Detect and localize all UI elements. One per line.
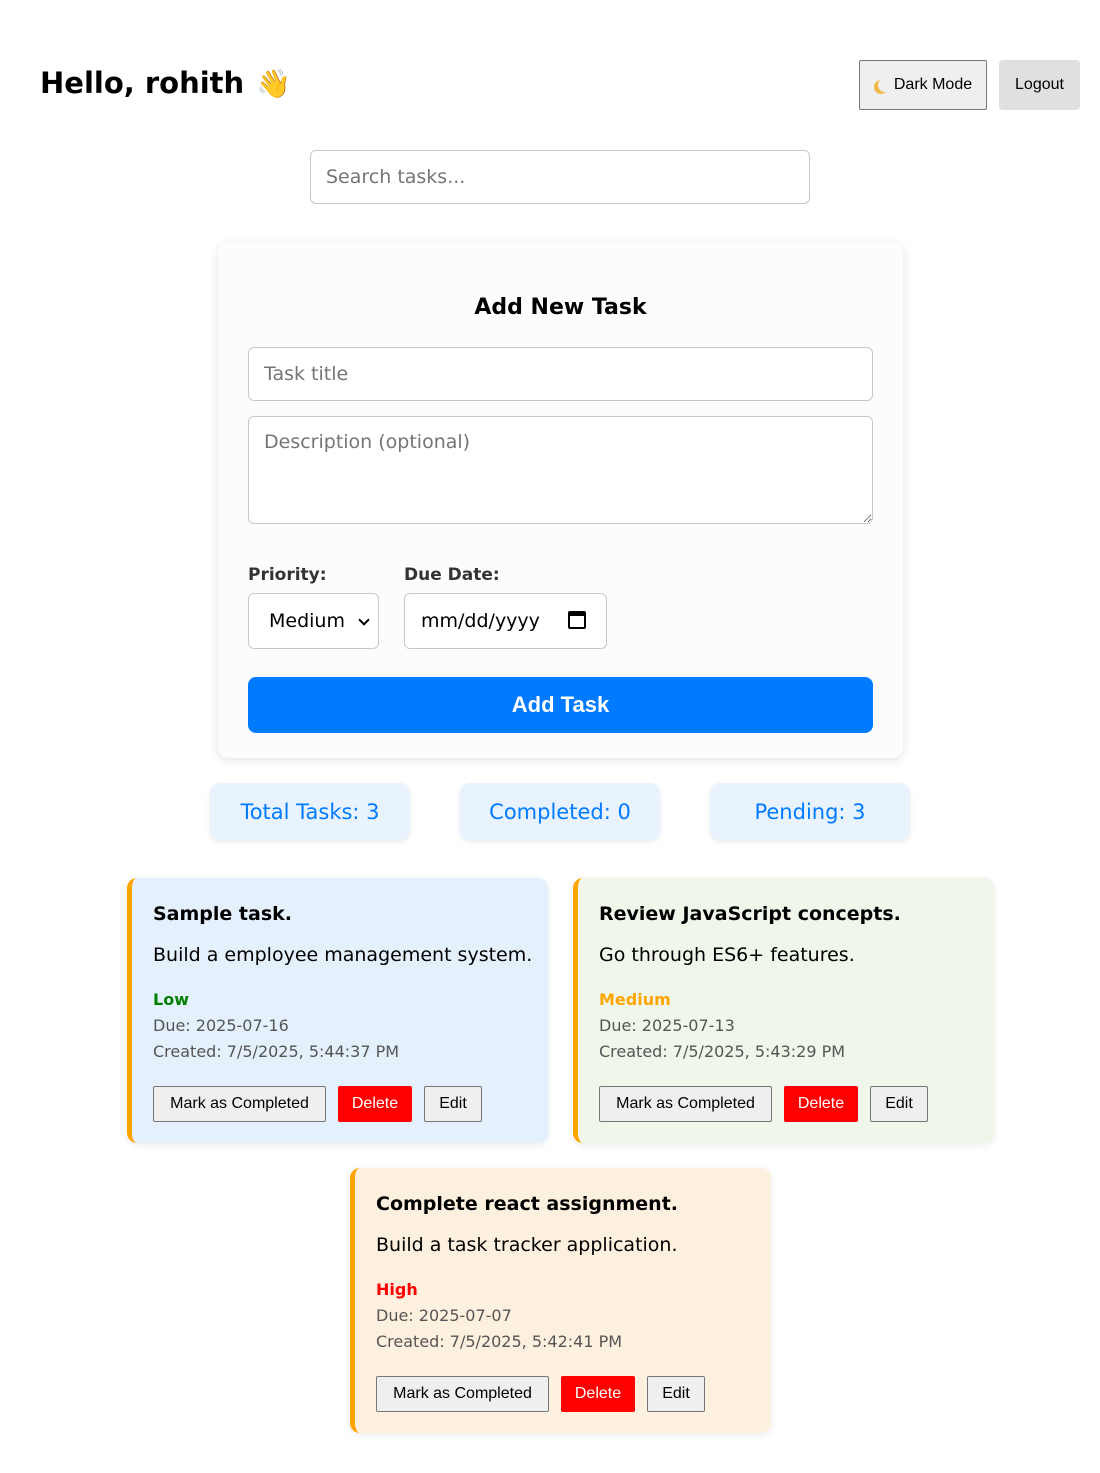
- add-task-title: Add New Task: [474, 295, 647, 320]
- priority-select-value: Medium: [269, 610, 345, 632]
- dark-mode-button[interactable]: Dark Mode: [859, 60, 987, 110]
- due-date-input[interactable]: mm/dd/yyyy: [404, 593, 607, 649]
- task-due-date: Due: 2025-07-07: [376, 1306, 512, 1325]
- task-created-at: Created: 7/5/2025, 5:44:37 PM: [153, 1042, 400, 1061]
- logout-button[interactable]: Logout: [999, 60, 1080, 110]
- task-title-input[interactable]: [248, 347, 873, 401]
- search-input[interactable]: [310, 150, 810, 204]
- task-title: Complete react assignment.: [376, 1193, 679, 1215]
- mark-completed-button[interactable]: Mark as Completed: [153, 1086, 326, 1122]
- priority-label: Priority:: [248, 565, 327, 585]
- edit-button[interactable]: Edit: [647, 1376, 705, 1412]
- task-priority: Low: [153, 990, 189, 1009]
- header: Hello, rohith 👋 Dark Mode Logout: [0, 0, 1100, 130]
- task-card: Review JavaScript concepts. Go through E…: [573, 878, 994, 1143]
- dark-mode-label: Dark Mode: [893, 76, 973, 93]
- mark-completed-button[interactable]: Mark as Completed: [599, 1086, 772, 1122]
- task-created-at: Created: 7/5/2025, 5:43:29 PM: [599, 1042, 846, 1061]
- delete-button[interactable]: Delete: [561, 1376, 635, 1412]
- delete-button[interactable]: Delete: [338, 1086, 412, 1122]
- task-card: Sample task. Build a employee management…: [127, 878, 548, 1143]
- task-description: Build a employee management system.: [153, 944, 533, 966]
- stat-total-tasks: Total Tasks: 3: [210, 783, 410, 840]
- stat-completed: Completed: 0: [460, 783, 660, 840]
- greeting: Hello, rohith 👋: [40, 66, 291, 100]
- description-textarea[interactable]: [248, 416, 873, 524]
- stat-pending: Pending: 3: [710, 783, 910, 840]
- task-title: Sample task.: [153, 903, 292, 925]
- delete-button[interactable]: Delete: [784, 1086, 858, 1122]
- task-priority: High: [376, 1280, 418, 1299]
- add-task-button[interactable]: Add Task: [248, 677, 873, 733]
- task-card: Complete react assignment. Build a task …: [350, 1168, 771, 1433]
- calendar-icon[interactable]: [568, 611, 586, 629]
- due-date-label: Due Date:: [404, 565, 500, 585]
- task-title: Review JavaScript concepts.: [599, 903, 901, 925]
- task-description: Build a task tracker application.: [376, 1234, 678, 1256]
- edit-button[interactable]: Edit: [424, 1086, 482, 1122]
- greeting-text: Hello, rohith: [40, 66, 245, 100]
- moon-icon: [878, 78, 892, 92]
- waving-hand-icon: 👋: [256, 66, 292, 100]
- task-due-date: Due: 2025-07-13: [599, 1016, 735, 1035]
- task-due-date: Due: 2025-07-16: [153, 1016, 289, 1035]
- add-task-card: Add New Task Priority: Due Date: Medium …: [218, 243, 903, 758]
- mark-completed-button[interactable]: Mark as Completed: [376, 1376, 549, 1412]
- edit-button[interactable]: Edit: [870, 1086, 928, 1122]
- priority-select[interactable]: Medium: [248, 593, 379, 649]
- due-date-value: mm/dd/yyyy: [421, 610, 540, 632]
- task-description: Go through ES6+ features.: [599, 944, 855, 966]
- task-priority: Medium: [599, 990, 671, 1009]
- chevron-down-icon: [358, 614, 370, 626]
- task-created-at: Created: 7/5/2025, 5:42:41 PM: [376, 1332, 623, 1351]
